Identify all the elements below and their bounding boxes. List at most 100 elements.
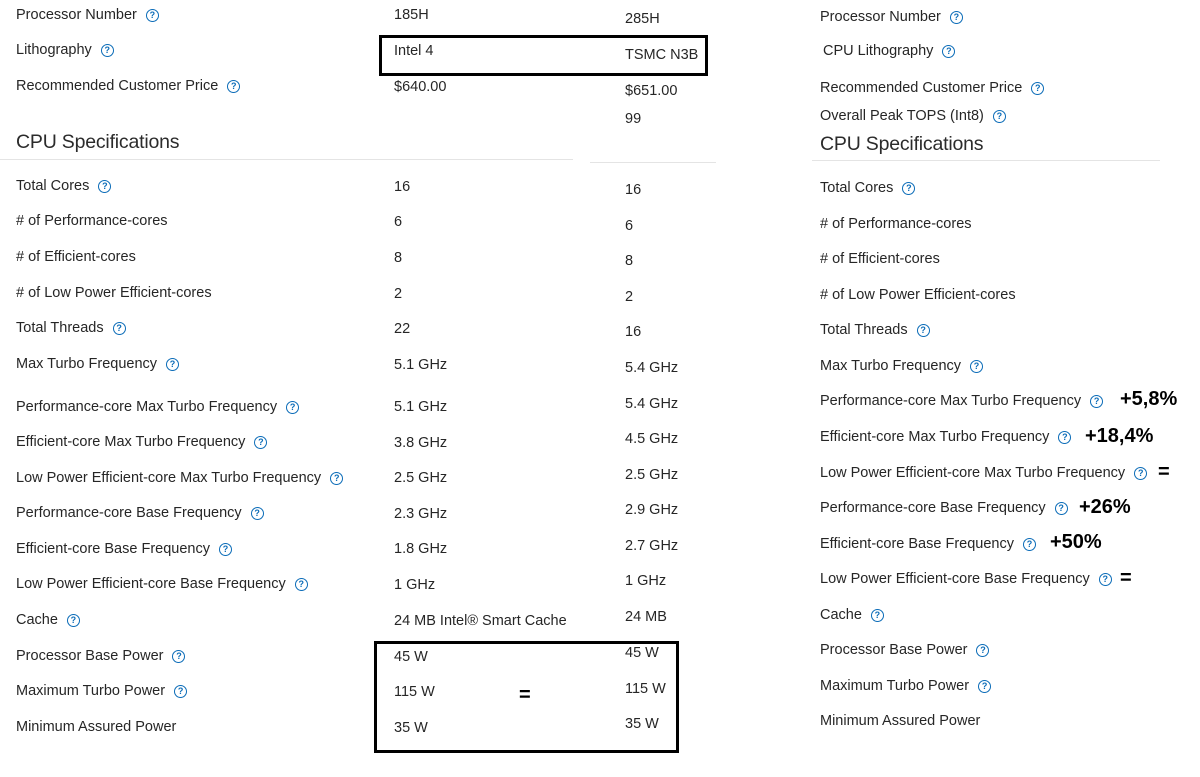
help-icon[interactable]: ? (174, 684, 188, 698)
section-divider (812, 160, 1160, 161)
spec-value-185h: 2 (394, 286, 403, 302)
help-icon[interactable]: ? (98, 179, 112, 193)
spec-label-row: Total Cores? (820, 179, 916, 197)
spec-value-285h: $651.00 (625, 83, 678, 99)
spec-label-row: Efficient-core Base Frequency? (16, 540, 232, 558)
help-icon[interactable]: ? (970, 359, 984, 373)
spec-label: Total Threads (820, 322, 908, 338)
spec-label: CPU Lithography (823, 43, 934, 59)
help-icon[interactable]: ? (1054, 501, 1068, 515)
help-icon[interactable]: ? (976, 643, 990, 657)
help-icon[interactable]: ? (172, 649, 186, 663)
spec-label: Efficient-core Base Frequency (16, 541, 210, 557)
spec-label: Performance-core Max Turbo Frequency (820, 393, 1082, 409)
spec-label: Processor Base Power (16, 648, 164, 664)
help-icon[interactable]: ? (286, 400, 300, 414)
spec-value-285h: 2 (625, 289, 634, 305)
spec-label-row: Maximum Turbo Power? (820, 677, 992, 695)
help-icon[interactable]: ? (1090, 394, 1104, 408)
help-icon[interactable]: ? (112, 321, 126, 335)
spec-label-row: Processor Number? (16, 6, 159, 24)
spec-value-285h: 6 (625, 218, 634, 234)
delta-annotation: = (1120, 567, 1132, 589)
help-icon[interactable]: ? (330, 471, 344, 485)
delta-annotation: +5,8% (1120, 388, 1178, 410)
help-icon[interactable]: ? (870, 608, 884, 622)
spec-value-285h: 2.7 GHz (625, 538, 679, 554)
spec-label: # of Performance-cores (16, 213, 168, 229)
spec-label-row: # of Low Power Efficient-cores (820, 286, 1016, 304)
spec-label: Efficient-core Base Frequency (820, 536, 1014, 552)
help-icon[interactable]: ? (254, 435, 268, 449)
spec-value-285h: 8 (625, 253, 634, 269)
spec-label: Processor Number (16, 7, 137, 23)
help-icon[interactable]: ? (1098, 572, 1112, 586)
help-icon[interactable]: ? (218, 542, 232, 556)
spec-value-185h: 1 GHz (394, 577, 436, 593)
help-icon[interactable]: ? (992, 109, 1006, 123)
help-icon[interactable]: ? (250, 506, 264, 520)
spec-label: Low Power Efficient-core Base Frequency (16, 576, 286, 592)
spec-label: Performance-core Base Frequency (820, 500, 1046, 516)
spec-label: Performance-core Max Turbo Frequency (16, 399, 278, 415)
delta-annotation: +26% (1079, 496, 1131, 518)
delta-annotation: +18,4% (1085, 425, 1154, 447)
help-icon[interactable]: ? (1134, 466, 1148, 480)
spec-value-285h: 2.5 GHz (625, 467, 679, 483)
spec-label: Efficient-core Max Turbo Frequency (820, 429, 1050, 445)
spec-value-185h: 185H (394, 7, 429, 23)
spec-label: # of Performance-cores (820, 216, 972, 232)
spec-label: # of Low Power Efficient-cores (820, 287, 1016, 303)
spec-value-285h: 1 GHz (625, 573, 667, 589)
spec-value-285h: 16 (625, 324, 642, 340)
help-icon[interactable]: ? (145, 8, 159, 22)
delta-annotation: = (1158, 461, 1170, 483)
help-icon[interactable]: ? (227, 79, 241, 93)
spec-value-185h: 2.5 GHz (394, 470, 448, 486)
spec-label-row: Performance-core Base Frequency? (16, 504, 264, 522)
spec-label: Max Turbo Frequency (820, 358, 962, 374)
spec-value-285h: 99 (625, 111, 642, 127)
spec-value-285h: 24 MB (625, 609, 667, 625)
help-icon[interactable]: ? (1031, 81, 1045, 95)
spec-label-row: Cache? (16, 611, 80, 629)
spec-label: Max Turbo Frequency (16, 356, 158, 372)
help-icon[interactable]: ? (66, 613, 80, 627)
section-divider (0, 159, 385, 160)
delta-annotation: +50% (1050, 531, 1102, 553)
spec-label-row: Low Power Efficient-core Max Turbo Frequ… (820, 464, 1148, 482)
help-icon[interactable]: ? (902, 181, 916, 195)
spec-label: Lithography (16, 42, 92, 58)
section-title-cpu-specs: CPU Specifications (820, 133, 984, 155)
spec-value-185h: 8 (394, 250, 403, 266)
spec-value-285h: 16 (625, 182, 642, 198)
help-icon[interactable]: ? (294, 577, 308, 591)
spec-label: Processor Base Power (820, 642, 968, 658)
spec-label-row: Minimum Assured Power (16, 718, 176, 736)
spec-label-row: Recommended Customer Price? (16, 77, 241, 95)
spec-label-row: # of Efficient-cores (820, 250, 940, 268)
help-icon[interactable]: ? (166, 357, 180, 371)
help-icon[interactable]: ? (1022, 537, 1036, 551)
spec-label-row: Overall Peak TOPS (Int8)? (820, 107, 1006, 125)
spec-label: Total Threads (16, 320, 104, 336)
spec-label-row: Processor Base Power? (820, 641, 990, 659)
delta-annotation: = (519, 684, 531, 706)
highlight-box-lithography (379, 35, 708, 76)
help-icon[interactable]: ? (942, 44, 956, 58)
help-icon[interactable]: ? (949, 10, 963, 24)
section-divider (590, 162, 716, 163)
spec-label: Recommended Customer Price (820, 80, 1023, 96)
spec-label-row: Total Threads? (820, 321, 930, 339)
spec-label-row: Performance-core Max Turbo Frequency? (16, 398, 300, 416)
spec-label: # of Efficient-cores (820, 251, 940, 267)
spec-value-185h: 3.8 GHz (394, 435, 448, 451)
spec-label: Minimum Assured Power (16, 719, 177, 735)
spec-label-row: CPU Lithography? (823, 42, 956, 60)
spec-label: Cache (820, 607, 862, 623)
help-icon[interactable]: ? (978, 679, 992, 693)
help-icon[interactable]: ? (100, 43, 114, 57)
help-icon[interactable]: ? (916, 323, 930, 337)
spec-value-185h: 5.1 GHz (394, 399, 448, 415)
help-icon[interactable]: ? (1058, 430, 1072, 444)
